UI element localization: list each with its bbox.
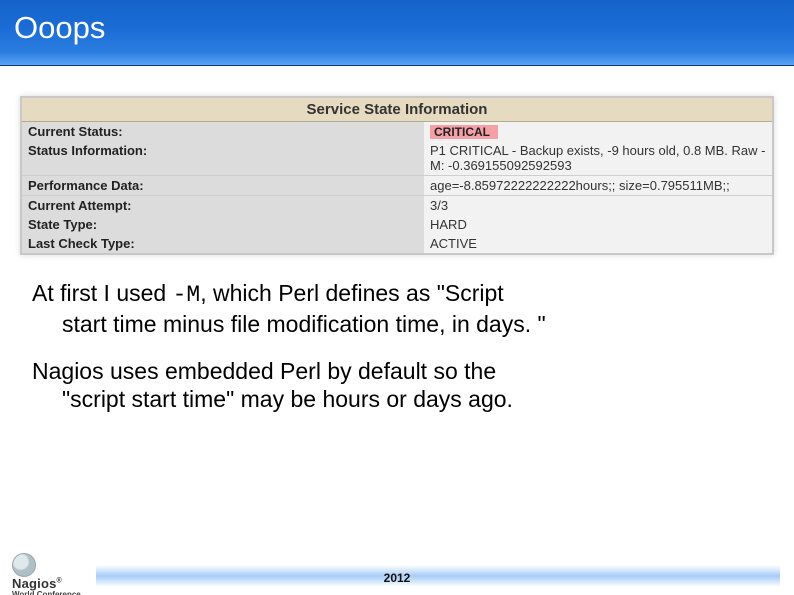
brand-tagline: World Conference bbox=[12, 590, 81, 595]
footer-year: 2012 bbox=[0, 571, 794, 585]
label-current-status: Current Status: bbox=[22, 122, 424, 141]
label-perf-data: Performance Data: bbox=[22, 176, 424, 196]
value-current-status: CRITICAL bbox=[424, 122, 772, 141]
value-state-type: HARD bbox=[424, 215, 772, 234]
panel-heading: Service State Information bbox=[22, 98, 772, 122]
label-state-type: State Type: bbox=[22, 215, 424, 234]
value-status-info: P1 CRITICAL - Backup exists, -9 hours ol… bbox=[424, 141, 772, 176]
slide-title-bar: Ooops bbox=[0, 0, 794, 66]
service-state-panel: Service State Information Current Status… bbox=[20, 96, 774, 255]
paragraph-2: Nagios uses embedded Perl by default so … bbox=[32, 357, 762, 415]
p2-indent: "script start time" may be hours or days… bbox=[32, 385, 762, 414]
value-current-attempt: 3/3 bbox=[424, 196, 772, 216]
slide-title: Ooops bbox=[14, 10, 105, 45]
p1-indent: start time minus file modification time,… bbox=[32, 310, 762, 339]
status-badge: CRITICAL bbox=[430, 125, 498, 139]
value-last-check-type: ACTIVE bbox=[424, 234, 772, 253]
label-last-check-type: Last Check Type: bbox=[22, 234, 424, 253]
value-perf-data: age=-8.85972222222222hours;; size=0.7955… bbox=[424, 176, 772, 196]
service-state-table: Current Status: CRITICAL Status Informat… bbox=[22, 122, 772, 253]
slide-footer: Nagios® World Conference North America 2… bbox=[0, 551, 794, 591]
p2-a: Nagios uses embedded Perl by default so … bbox=[32, 358, 496, 384]
p1-code: -M bbox=[173, 282, 201, 308]
p1-a: At first I used bbox=[32, 280, 173, 306]
slide-body: At first I used -M, which Perl defines a… bbox=[32, 279, 762, 414]
p1-b: , which Perl defines as "Script bbox=[200, 280, 503, 306]
label-status-info: Status Information: bbox=[22, 141, 424, 176]
label-current-attempt: Current Attempt: bbox=[22, 196, 424, 216]
paragraph-1: At first I used -M, which Perl defines a… bbox=[32, 279, 762, 339]
